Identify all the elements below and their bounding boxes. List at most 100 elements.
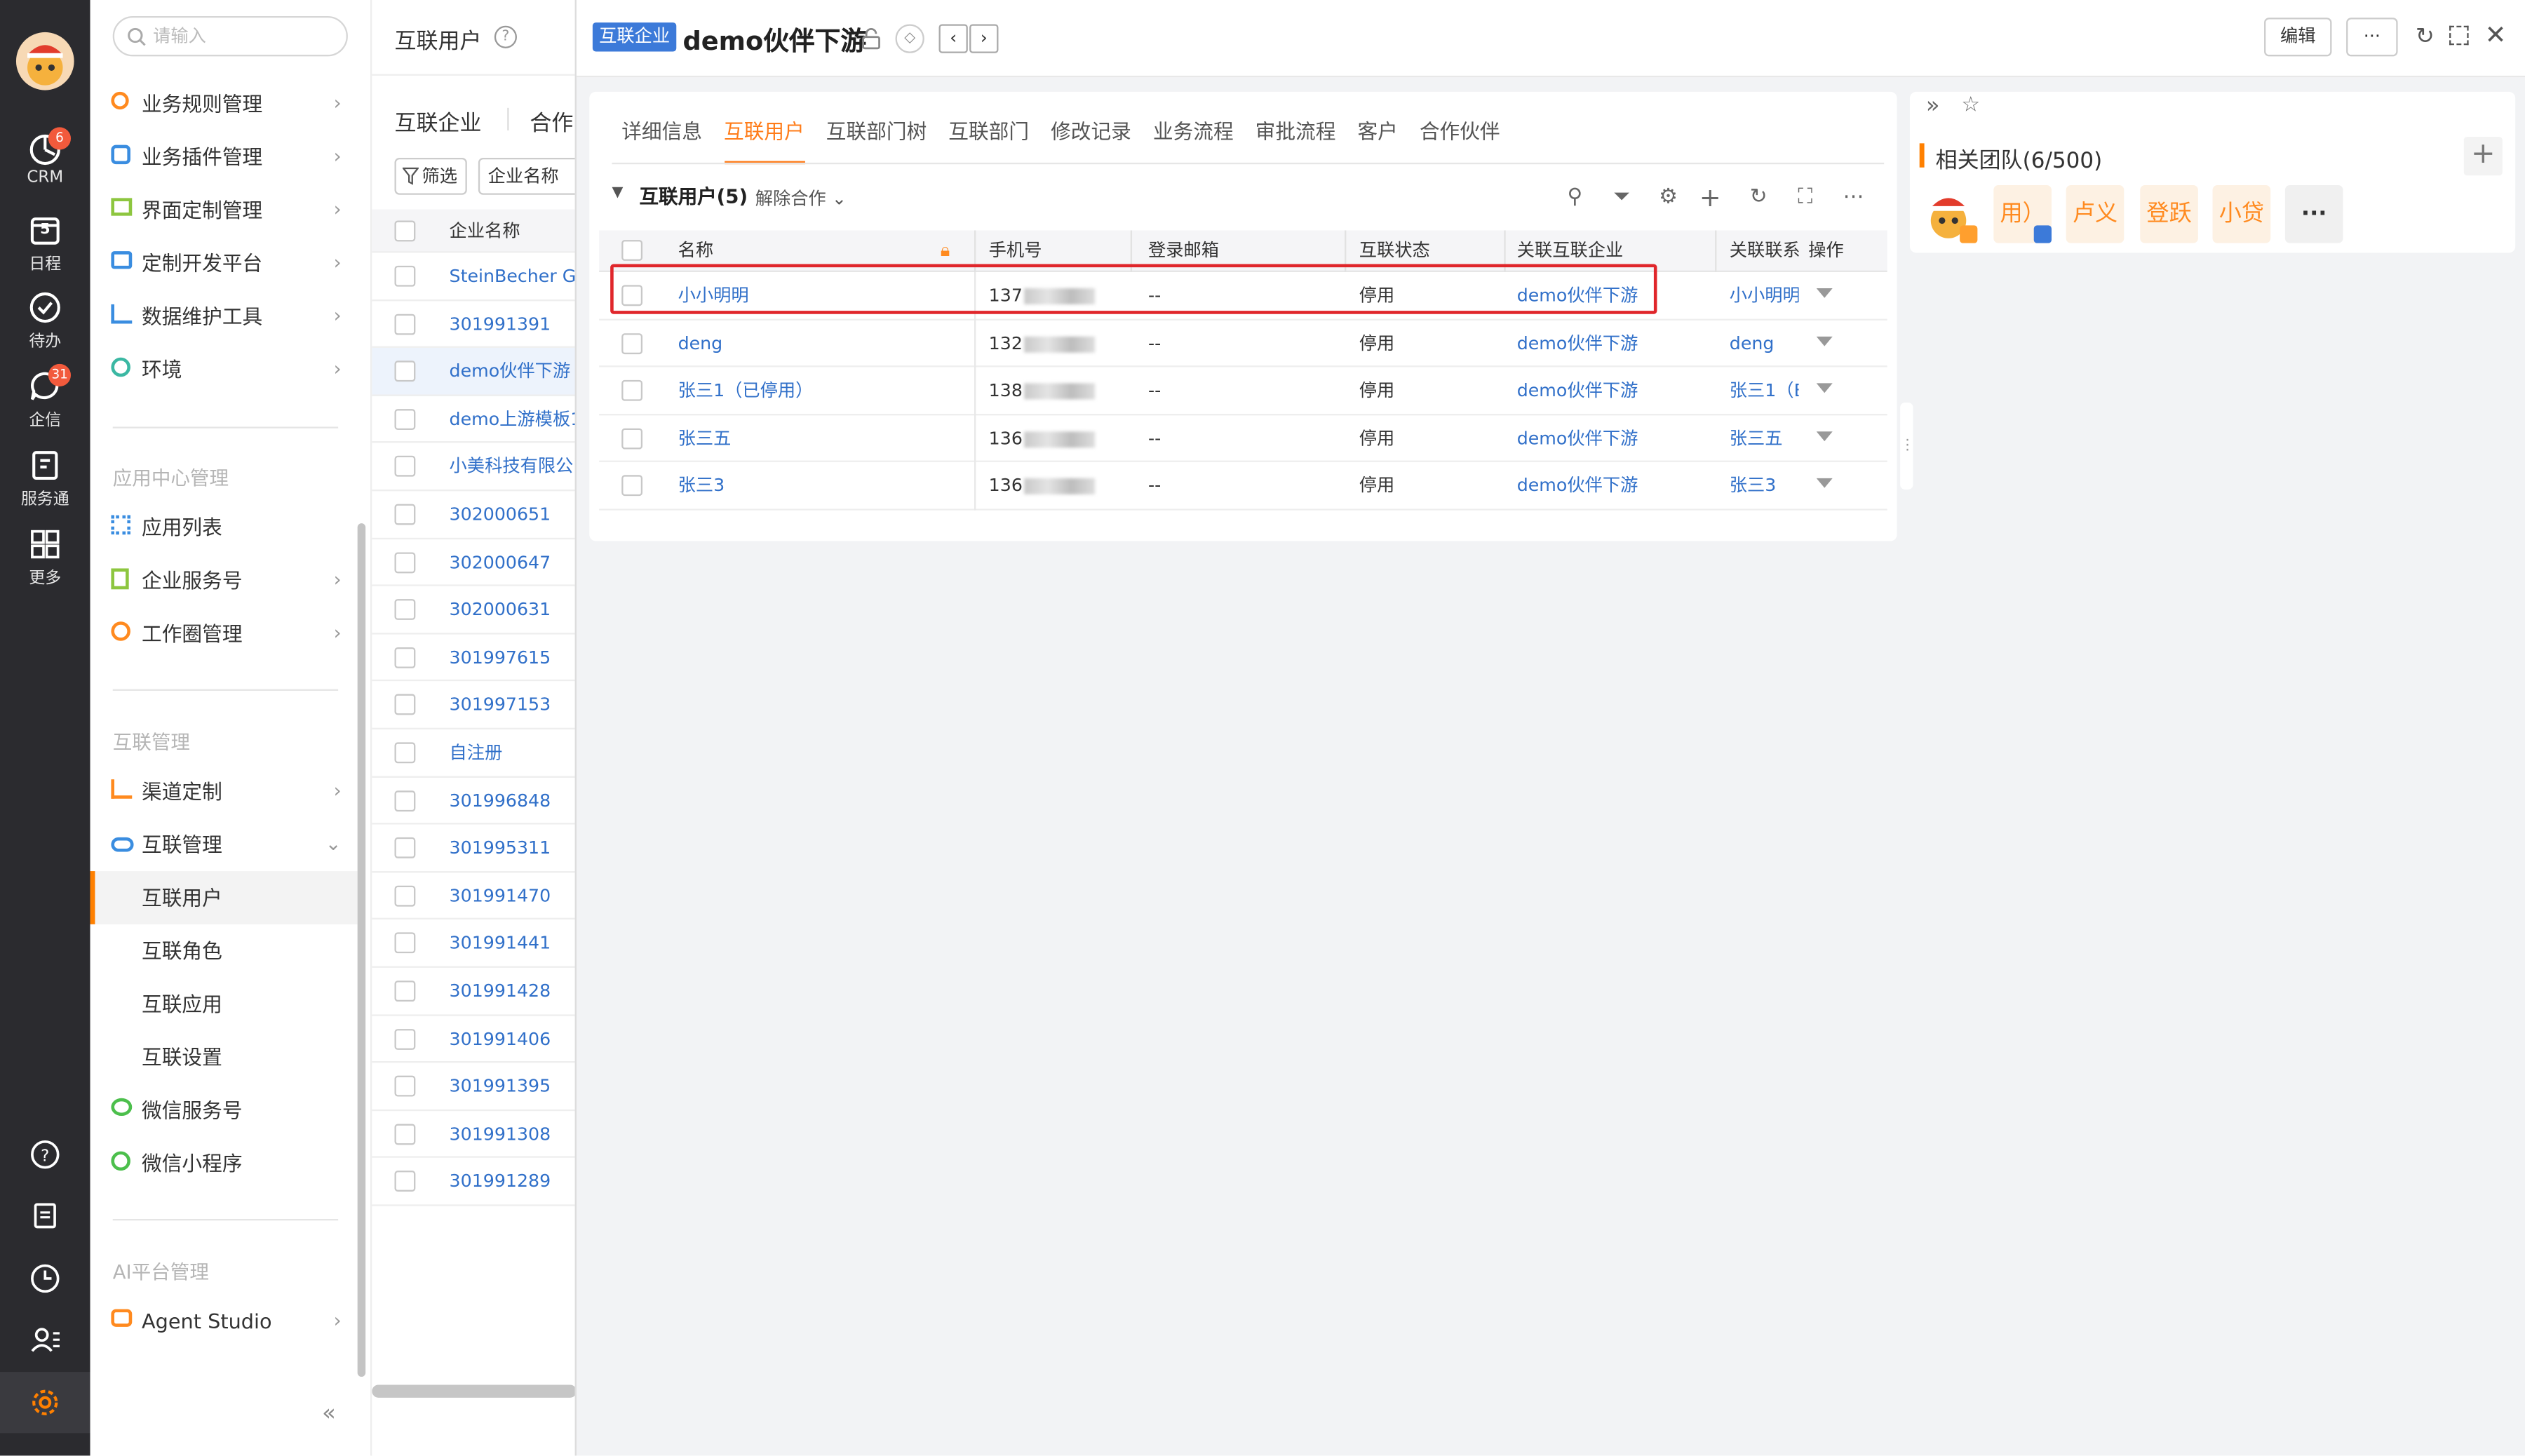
menu-search-input[interactable]: 请输入 xyxy=(112,15,348,57)
rail-todo[interactable]: 待办 xyxy=(0,290,90,351)
list-item[interactable]: 301997153 xyxy=(372,682,575,730)
rail-more[interactable]: 更多 xyxy=(0,527,90,588)
enterprise-link[interactable]: demo伙伴下游 xyxy=(1517,368,1638,414)
team-member-avatar[interactable]: 卢义 xyxy=(2066,185,2125,243)
list-item-name[interactable]: 302000647 xyxy=(450,539,551,586)
filter-icon[interactable]: ⏷ xyxy=(1609,185,1635,211)
menu-item-agent-studio[interactable]: Agent Studio › xyxy=(90,1295,358,1348)
menu-item-environment[interactable]: 环境 › xyxy=(90,343,358,396)
fullscreen-icon[interactable]: ⛶ xyxy=(1792,185,1818,211)
tab-7[interactable]: 客户 xyxy=(1357,100,1397,164)
row-checkbox[interactable] xyxy=(394,694,416,716)
menu-scrollbar[interactable] xyxy=(357,523,366,1377)
row-checkbox[interactable] xyxy=(394,742,416,764)
row-checkbox[interactable] xyxy=(394,1076,416,1097)
table-row[interactable]: 张三五 136 -- 停用 demo伙伴下游 张三五 xyxy=(599,415,1887,463)
rail-settings[interactable] xyxy=(0,1372,90,1434)
menu-item-interconnect-apps[interactable]: 互联应用 xyxy=(90,978,358,1031)
more-actions-button[interactable]: ··· xyxy=(2346,18,2398,57)
table-row[interactable]: deng 132 -- 停用 demo伙伴下游 deng xyxy=(599,320,1887,368)
list-item[interactable]: 301991406 xyxy=(372,1016,575,1063)
tab-0[interactable]: 详细信息 xyxy=(621,100,702,164)
table-row[interactable]: 张三3 136 -- 停用 demo伙伴下游 张三3 xyxy=(599,463,1887,511)
row-checkbox[interactable] xyxy=(394,933,416,955)
list-item[interactable]: 301995311 xyxy=(372,825,575,872)
list-item[interactable]: 301991395 xyxy=(372,1063,575,1111)
row-checkbox[interactable] xyxy=(394,408,416,430)
list-item[interactable]: 301991428 xyxy=(372,968,575,1016)
list-item[interactable]: 301991391 xyxy=(372,300,575,349)
team-avatar-owner[interactable] xyxy=(1920,185,1978,243)
menu-item-wechat-service[interactable]: 微信服务号 xyxy=(90,1084,358,1137)
list-item-name[interactable]: 301991289 xyxy=(450,1159,551,1206)
contact-link[interactable]: deng xyxy=(1730,320,1799,367)
list-item-name[interactable]: 301995311 xyxy=(450,825,551,872)
close-icon[interactable]: ✕ xyxy=(2485,20,2507,50)
list-item[interactable]: 301997615 xyxy=(372,634,575,682)
list-item-name[interactable]: demo伙伴下游 xyxy=(450,348,571,395)
list-item[interactable]: 301991308 xyxy=(372,1111,575,1159)
enterprise-link[interactable]: demo伙伴下游 xyxy=(1517,272,1638,319)
user-name-link[interactable]: deng xyxy=(678,320,723,367)
list-item[interactable]: demo上游模板1 xyxy=(372,396,575,444)
select-all-checkbox[interactable] xyxy=(621,240,643,261)
row-checkbox[interactable] xyxy=(394,360,416,382)
list-item[interactable]: 302000631 xyxy=(372,586,575,635)
tab-5[interactable]: 业务流程 xyxy=(1153,100,1234,164)
list-item-name[interactable]: 301991308 xyxy=(450,1111,551,1158)
list-item[interactable]: 301991441 xyxy=(372,920,575,968)
user-name-link[interactable]: 张三1（已停用） xyxy=(678,368,814,414)
collapse-menu-button[interactable]: « xyxy=(322,1401,336,1427)
row-checkbox[interactable] xyxy=(394,551,416,573)
contact-link[interactable]: 张三3 xyxy=(1730,463,1799,510)
table-row[interactable]: 小小明明 137 -- 停用 demo伙伴下游 小小明明 xyxy=(599,272,1887,320)
tab-2[interactable]: 互联部门树 xyxy=(826,100,927,164)
list-item[interactable]: 301991470 xyxy=(372,872,575,920)
user-avatar[interactable] xyxy=(15,32,74,90)
user-name-link[interactable]: 小小明明 xyxy=(678,272,749,319)
rail-service[interactable]: 服务通 xyxy=(0,447,90,509)
unlink-partner-button[interactable]: 解除合作 ⌄ xyxy=(755,185,847,211)
rail-notes[interactable] xyxy=(0,1199,90,1232)
row-checkbox[interactable] xyxy=(621,476,643,497)
row-checkbox[interactable] xyxy=(621,380,643,402)
list-item-name[interactable]: 301991406 xyxy=(450,1016,551,1063)
menu-item-app-list[interactable]: 应用列表 xyxy=(90,501,358,554)
menu-item-ui-customization[interactable]: 界面定制管理 › xyxy=(90,184,358,237)
tab-4[interactable]: 修改记录 xyxy=(1051,100,1131,164)
menu-item-interconnect-mgmt[interactable]: 互联管理 ⌄ xyxy=(90,818,358,871)
add-team-member-button[interactable]: + xyxy=(2463,137,2503,176)
team-member-avatar[interactable]: 小贷 xyxy=(2212,185,2271,243)
refresh-icon[interactable]: ↻ xyxy=(2416,24,2435,50)
expand-icon[interactable] xyxy=(2449,25,2469,46)
select-all-checkbox[interactable] xyxy=(394,220,416,242)
help-icon[interactable]: ? xyxy=(494,25,517,48)
menu-item-interconnect-users[interactable]: 互联用户 xyxy=(90,871,358,924)
row-actions-dropdown-icon[interactable] xyxy=(1816,383,1833,393)
enterprise-link[interactable]: demo伙伴下游 xyxy=(1517,415,1638,462)
row-checkbox[interactable] xyxy=(621,428,643,450)
tag-icon[interactable]: ◇ xyxy=(895,24,924,53)
list-item-name[interactable]: 自注册 xyxy=(450,729,503,776)
row-actions-dropdown-icon[interactable] xyxy=(1816,431,1833,441)
menu-item-data-tools[interactable]: 数据维护工具 › xyxy=(90,290,358,343)
tab-1[interactable]: 互联用户 xyxy=(724,100,804,165)
filter-button[interactable]: 筛选 xyxy=(394,157,467,195)
enterprise-link[interactable]: demo伙伴下游 xyxy=(1517,463,1638,510)
menu-item-channel[interactable]: 渠道定制 › xyxy=(90,765,358,818)
lock-icon[interactable] xyxy=(860,27,882,50)
contact-link[interactable]: 张三1（E xyxy=(1730,368,1799,414)
list-horizontal-scrollbar[interactable] xyxy=(372,1384,575,1398)
list-item[interactable]: 自注册 xyxy=(372,729,575,777)
row-actions-dropdown-icon[interactable] xyxy=(1816,478,1833,489)
user-name-link[interactable]: 张三五 xyxy=(678,415,732,462)
list-item-name[interactable]: 301997153 xyxy=(450,682,551,729)
list-item-name[interactable]: 小美科技有限公司 xyxy=(450,443,575,490)
prev-record-button[interactable]: ‹ xyxy=(938,24,968,53)
tab-partner[interactable]: 合作 xyxy=(530,105,573,137)
row-checkbox[interactable] xyxy=(394,1124,416,1145)
tab-3[interactable]: 互联部门 xyxy=(948,100,1029,164)
rail-history[interactable] xyxy=(0,1262,90,1295)
row-checkbox[interactable] xyxy=(394,1171,416,1192)
user-name-link[interactable]: 张三3 xyxy=(678,463,725,510)
